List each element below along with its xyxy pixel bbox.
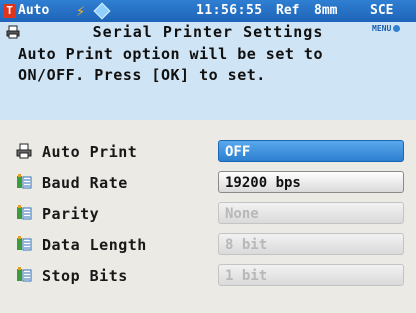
lightning-icon: ⚡	[76, 2, 86, 20]
list-icon	[17, 236, 32, 251]
setting-row-auto-print[interactable]: Auto Print OFF	[0, 138, 416, 166]
printer-icon	[16, 143, 32, 159]
help-message-line-1: Auto Print option will be set to	[18, 45, 323, 63]
setting-label: Baud Rate	[42, 174, 128, 192]
help-message: Auto Print option will be set to ON/OFF.…	[18, 44, 408, 86]
stop-bits-select: 1 bit	[218, 264, 404, 286]
mode-icon: T	[3, 4, 16, 18]
help-message-line-2: ON/OFF. Press [OK] to set.	[18, 66, 266, 84]
setting-row-data-length[interactable]: Data Length 8 bit	[0, 231, 416, 259]
menu-icon[interactable]: MENU	[372, 24, 401, 33]
setting-row-baud-rate[interactable]: Baud Rate 19200 bps	[0, 169, 416, 197]
device-screen: T Auto ⚡ 11:56:55 Ref 8mm SCE Serial Pri…	[0, 0, 416, 313]
header: Serial Printer Settings MENU Auto Print …	[0, 22, 416, 120]
setting-label: Auto Print	[42, 143, 138, 161]
reference-indicator: Ref	[276, 3, 300, 18]
parity-select: None	[218, 202, 404, 224]
mode-label: Auto	[18, 3, 50, 18]
list-icon	[17, 267, 32, 282]
auto-print-select[interactable]: OFF	[218, 140, 404, 162]
clock: 11:56:55	[196, 3, 263, 18]
setting-row-parity[interactable]: Parity None	[0, 200, 416, 228]
setting-label: Data Length	[42, 236, 147, 254]
setting-label: Stop Bits	[42, 267, 128, 285]
setting-label: Parity	[42, 205, 100, 223]
baud-rate-select[interactable]: 19200 bps	[218, 171, 404, 193]
data-length-select: 8 bit	[218, 233, 404, 255]
menu-label: MENU	[372, 24, 392, 33]
setting-row-stop-bits[interactable]: Stop Bits 1 bit	[0, 262, 416, 290]
status-bar: T Auto ⚡ 11:56:55 Ref 8mm SCE	[0, 0, 416, 22]
aperture-indicator: 8mm	[314, 3, 338, 18]
page-title: Serial Printer Settings	[92, 23, 324, 41]
list-icon	[17, 174, 32, 189]
specular-indicator: SCE	[370, 3, 394, 18]
list-icon	[17, 205, 32, 220]
link-icon	[93, 2, 111, 20]
